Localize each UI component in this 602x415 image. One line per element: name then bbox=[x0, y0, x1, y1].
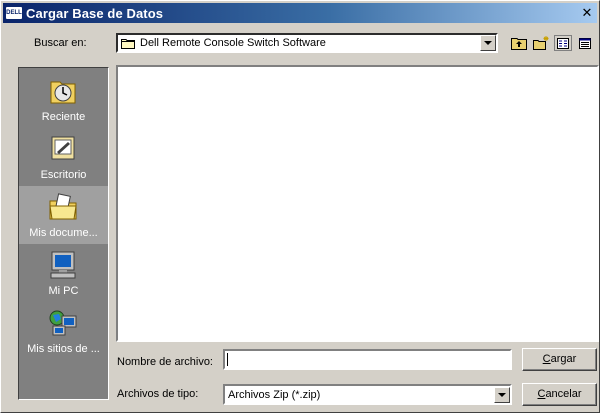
load-database-dialog: DELL Cargar Base de Datos ✕ Buscar en: D… bbox=[0, 0, 600, 413]
list-view-icon bbox=[557, 37, 569, 49]
list-view-button[interactable] bbox=[554, 35, 572, 51]
place-label: Mi PC bbox=[48, 285, 79, 297]
look-in-label: Buscar en: bbox=[34, 37, 87, 49]
place-network[interactable]: Mis sitios de ... bbox=[19, 302, 108, 360]
dell-logo-icon: DELL bbox=[6, 7, 22, 19]
my-computer-icon bbox=[50, 251, 76, 279]
place-my-computer[interactable]: Mi PC bbox=[19, 244, 108, 302]
file-name-input[interactable] bbox=[223, 349, 512, 370]
place-recent[interactable]: Reciente bbox=[19, 70, 108, 128]
window-title: Cargar Base de Datos bbox=[26, 5, 164, 21]
place-label: Escritorio bbox=[40, 169, 87, 181]
place-desktop[interactable]: Escritorio bbox=[19, 128, 108, 186]
details-view-button[interactable] bbox=[576, 35, 594, 51]
title-bar[interactable]: DELL Cargar Base de Datos ✕ bbox=[3, 3, 597, 23]
my-documents-folder-icon bbox=[49, 193, 77, 220]
current-folder-name: Dell Remote Console Switch Software bbox=[140, 37, 326, 49]
network-places-icon bbox=[49, 310, 77, 336]
cancel-button[interactable]: Cancelar bbox=[522, 383, 597, 406]
file-type-dropdown[interactable]: Archivos Zip (*.zip) bbox=[223, 384, 512, 405]
desktop-icon bbox=[51, 136, 75, 160]
folder-icon bbox=[121, 38, 135, 49]
place-label: Mis docume... bbox=[29, 227, 98, 239]
file-type-selected: Archivos Zip (*.zip) bbox=[228, 388, 321, 401]
load-button-label: argar bbox=[550, 353, 577, 365]
cancel-button-label: ancelar bbox=[545, 388, 582, 400]
place-my-documents[interactable]: Mis docume... bbox=[19, 186, 108, 244]
dropdown-arrow-button[interactable] bbox=[480, 35, 496, 51]
look-in-row: Buscar en: Dell Remote Console Switch So… bbox=[1, 29, 601, 59]
up-one-level-icon bbox=[511, 38, 527, 50]
file-list-view[interactable] bbox=[116, 65, 599, 342]
places-bar: Reciente Escritorio Mis docume... Mi PC … bbox=[18, 67, 109, 400]
look-in-dropdown[interactable]: Dell Remote Console Switch Software bbox=[116, 33, 498, 53]
up-one-level-button[interactable] bbox=[510, 35, 528, 51]
text-caret bbox=[227, 353, 228, 366]
load-button-mnemonic: C bbox=[542, 353, 551, 365]
close-icon: ✕ bbox=[581, 5, 593, 20]
file-type-label: Archivos de tipo: bbox=[117, 388, 199, 400]
place-label: Reciente bbox=[41, 111, 86, 123]
recent-clock-icon bbox=[50, 81, 76, 104]
chevron-down-icon bbox=[498, 392, 506, 397]
load-button[interactable]: Cargar bbox=[522, 348, 597, 371]
new-folder-icon bbox=[533, 36, 549, 50]
chevron-down-icon bbox=[484, 41, 492, 45]
close-button[interactable]: ✕ bbox=[579, 6, 595, 20]
place-label: Mis sitios de ... bbox=[27, 343, 100, 355]
file-name-label: Nombre de archivo: bbox=[117, 356, 213, 368]
details-view-icon bbox=[579, 37, 591, 49]
new-folder-button[interactable] bbox=[532, 35, 550, 51]
file-type-dropdown-arrow[interactable] bbox=[494, 386, 510, 403]
